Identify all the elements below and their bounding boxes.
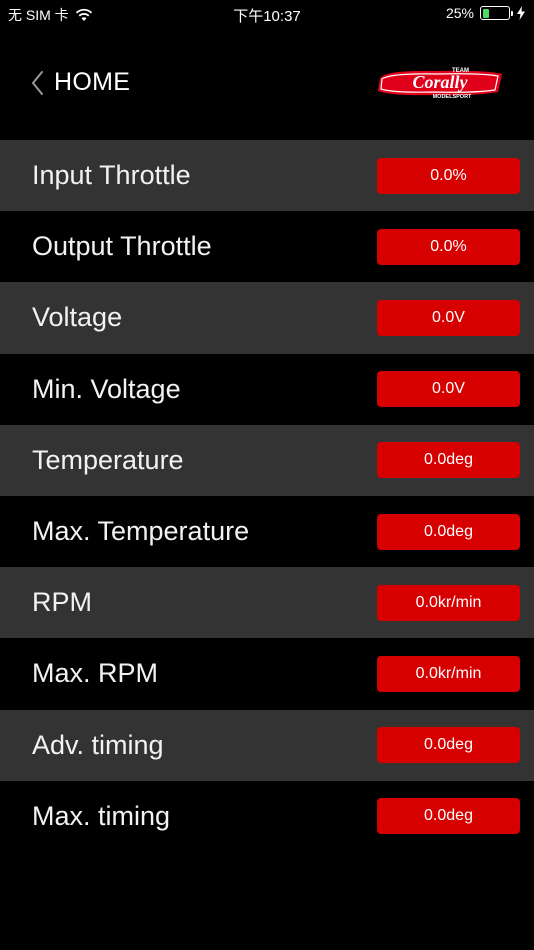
value-badge: 0.0deg bbox=[377, 727, 520, 764]
row-label: Min. Voltage bbox=[32, 373, 181, 404]
row-min-voltage[interactable]: Min. Voltage 0.0V bbox=[0, 353, 534, 425]
logo-modelsport-text: MODELSPORT bbox=[433, 94, 472, 100]
chevron-left-icon bbox=[32, 70, 43, 95]
nav-bar: HOME TEAM Corally MODELSPORT bbox=[0, 28, 534, 140]
row-max-rpm[interactable]: Max. RPM 0.0kr/min bbox=[0, 638, 534, 710]
row-label: Max. timing bbox=[32, 800, 171, 831]
row-label: Max. Temperature bbox=[32, 516, 250, 547]
row-max-temperature[interactable]: Max. Temperature 0.0deg bbox=[0, 495, 534, 568]
row-output-throttle[interactable]: Output Throttle 0.0% bbox=[0, 211, 534, 283]
row-label: Max. RPM bbox=[32, 658, 159, 689]
back-label: HOME bbox=[54, 68, 131, 96]
battery-cap bbox=[510, 11, 513, 16]
value-badge: 0.0% bbox=[377, 157, 520, 194]
row-label: Adv. timing bbox=[32, 729, 164, 760]
battery-icon bbox=[480, 6, 513, 20]
value-badge: 0.0deg bbox=[377, 442, 520, 479]
back-button[interactable]: HOME bbox=[30, 68, 130, 97]
row-voltage[interactable]: Voltage 0.0V bbox=[0, 282, 534, 354]
value-badge: 0.0kr/min bbox=[377, 584, 520, 621]
row-label: RPM bbox=[32, 587, 92, 618]
row-temperature[interactable]: Temperature 0.0deg bbox=[0, 424, 534, 496]
row-label: Voltage bbox=[32, 302, 123, 333]
row-input-throttle[interactable]: Input Throttle 0.0% bbox=[0, 140, 534, 212]
value-badge: 0.0deg bbox=[377, 513, 520, 550]
value-badge: 0.0kr/min bbox=[377, 655, 520, 692]
charging-bolt-icon bbox=[517, 6, 525, 20]
team-corally-logo: TEAM Corally MODELSPORT bbox=[378, 68, 502, 100]
status-right: 25% bbox=[446, 5, 526, 21]
row-max-timing[interactable]: Max. timing 0.0deg bbox=[0, 780, 534, 852]
value-badge: 0.0% bbox=[377, 228, 520, 265]
logo-main-text: Corally bbox=[412, 72, 468, 92]
row-adv-timing[interactable]: Adv. timing 0.0deg bbox=[0, 709, 534, 781]
row-rpm[interactable]: RPM 0.0kr/min bbox=[0, 567, 534, 639]
battery-percent: 25% bbox=[445, 5, 474, 21]
battery-level-fill bbox=[482, 8, 489, 18]
row-label: Output Throttle bbox=[32, 231, 212, 262]
row-label: Temperature bbox=[32, 444, 184, 475]
row-label: Input Throttle bbox=[32, 160, 191, 191]
value-badge: 0.0V bbox=[377, 371, 520, 408]
value-badge: 0.0deg bbox=[377, 798, 520, 835]
status-bar: 无 SIM 卡 下午10:37 25% bbox=[0, 0, 534, 28]
telemetry-list: Input Throttle 0.0% Output Throttle 0.0%… bbox=[0, 140, 534, 852]
value-badge: 0.0V bbox=[377, 299, 520, 336]
